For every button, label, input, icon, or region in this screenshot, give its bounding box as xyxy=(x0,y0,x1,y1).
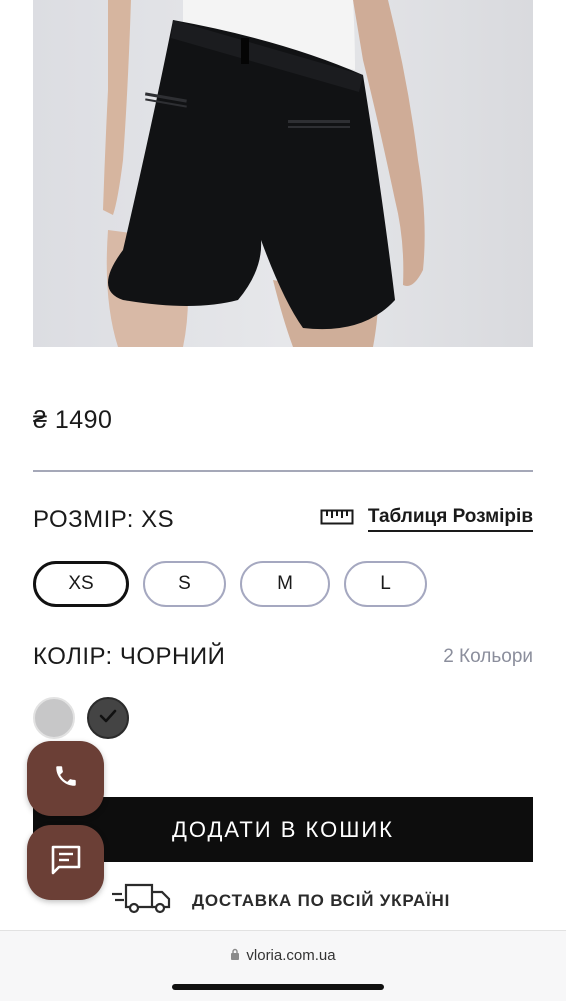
size-table-link[interactable]: Таблиця Розмірів xyxy=(320,506,533,532)
delivery-text: ДОСТАВКА ПО ВСІЙ УКРАЇНІ xyxy=(192,890,451,910)
address-bar[interactable]: vloria.com.ua xyxy=(0,947,566,964)
ruler-icon xyxy=(320,509,354,530)
browser-bar: vloria.com.ua xyxy=(0,930,566,1001)
color-swatch-grey[interactable] xyxy=(33,697,75,739)
check-icon xyxy=(99,708,117,729)
color-swatch-black[interactable] xyxy=(87,697,129,739)
delivery-truck-icon xyxy=(112,882,172,919)
url-text: vloria.com.ua xyxy=(246,947,336,964)
size-label: РОЗМІР: XS xyxy=(33,506,175,533)
color-label: КОЛІР: ЧОРНИЙ xyxy=(33,643,226,670)
home-indicator[interactable] xyxy=(172,984,384,990)
call-button[interactable] xyxy=(27,741,104,816)
size-option-l[interactable]: L xyxy=(344,561,427,607)
size-option-s[interactable]: S xyxy=(143,561,226,607)
size-table-label: Таблиця Розмірів xyxy=(367,506,533,532)
chat-button[interactable] xyxy=(27,825,104,900)
product-photo-image xyxy=(103,0,425,347)
product-price: ₴ 1490 xyxy=(33,406,113,434)
add-to-cart-button[interactable]: ДОДАТИ В КОШИК xyxy=(33,797,533,862)
size-options: XS S M L xyxy=(33,561,427,607)
divider xyxy=(33,470,533,472)
size-option-m[interactable]: M xyxy=(240,561,330,607)
color-count: 2 Кольори xyxy=(443,646,533,667)
delivery-info: ДОСТАВКА ПО ВСІЙ УКРАЇНІ xyxy=(112,882,450,919)
product-photo[interactable] xyxy=(33,0,533,347)
chat-icon xyxy=(49,843,83,882)
size-option-xs[interactable]: XS xyxy=(33,561,129,607)
phone-icon xyxy=(53,763,79,794)
color-swatches xyxy=(33,697,129,739)
lock-icon xyxy=(230,947,240,964)
